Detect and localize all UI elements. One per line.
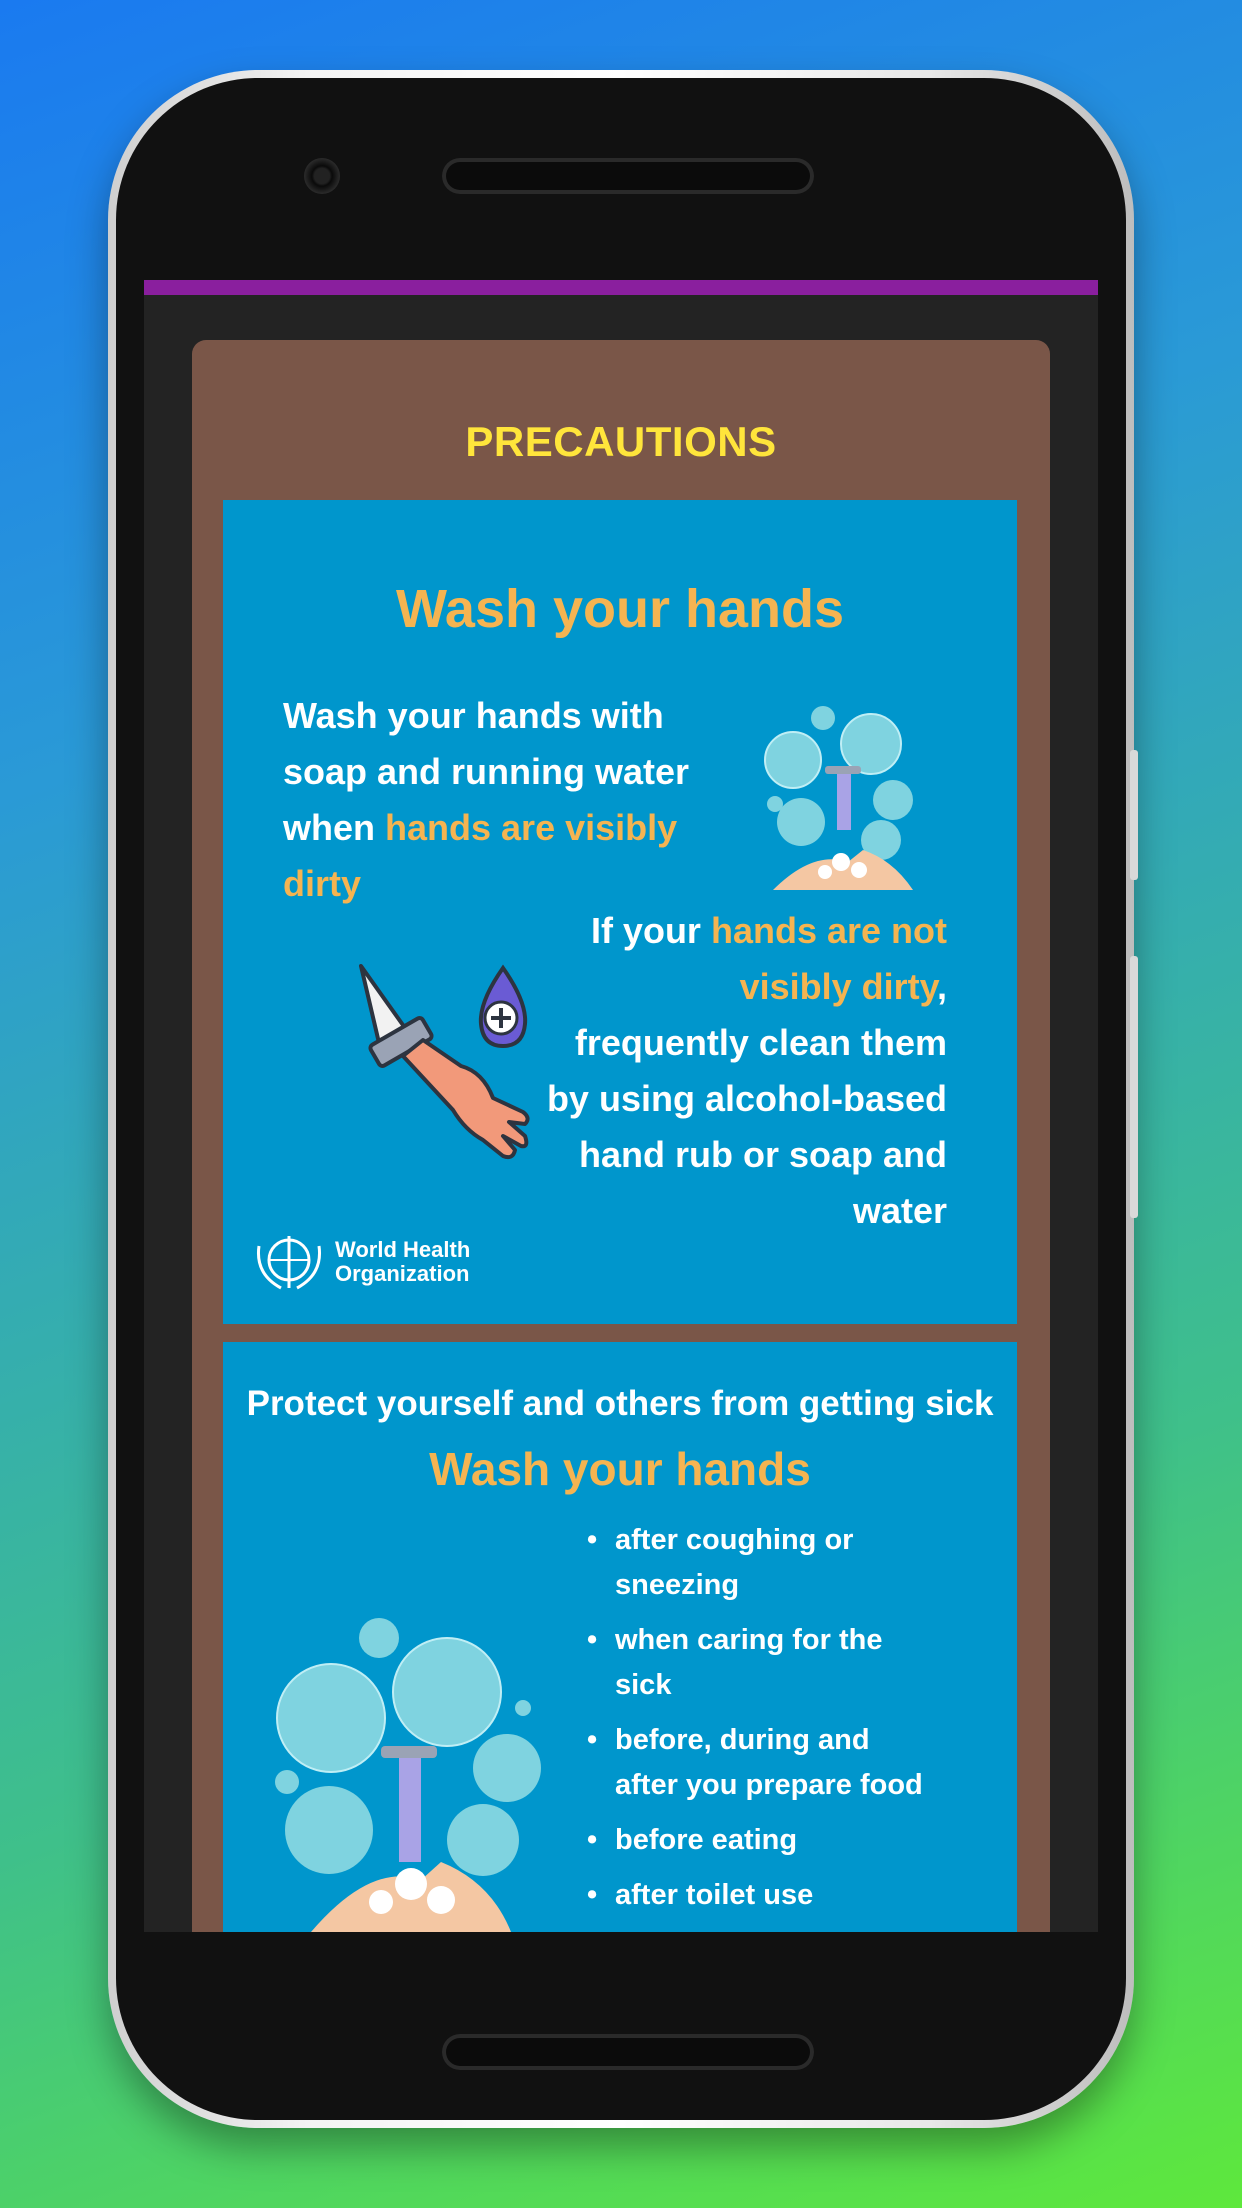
wash-text-block: Wash your hands with soap and running wa… bbox=[283, 688, 689, 912]
who-logo: World Health Organization bbox=[251, 1230, 470, 1294]
status-bar bbox=[144, 280, 1098, 295]
bullet-line: sneezing bbox=[615, 1569, 740, 1601]
speaker-icon bbox=[442, 158, 814, 194]
bullet-line: after coughing or bbox=[615, 1524, 854, 1556]
bullet-item: before, during and after you prepare food bbox=[587, 1718, 987, 1808]
text-span: , bbox=[936, 966, 947, 1007]
text-line: hand rub or soap and bbox=[578, 1134, 947, 1175]
panel-heading: Wash your hands bbox=[429, 1443, 811, 1495]
bullet-line: before eating bbox=[615, 1824, 798, 1856]
org-line: World Health bbox=[335, 1237, 471, 1262]
bullet-item: when caring for the sick bbox=[587, 1618, 987, 1708]
sanitizer-text-block: If your hands are not visibly dirty, fre… bbox=[547, 903, 947, 1239]
bullet-line: sick bbox=[615, 1669, 672, 1701]
wash-hands-infographic: Wash your hands Wash your hands with soa… bbox=[223, 500, 1017, 1324]
who-emblem-icon bbox=[256, 1236, 322, 1290]
bullet-line: after toilet use bbox=[615, 1879, 814, 1911]
text-line: frequently clean them bbox=[574, 1022, 947, 1063]
bullet-item: after toilet use bbox=[587, 1873, 987, 1918]
text-line: water bbox=[852, 1190, 947, 1231]
highlight-text: hands are visibly bbox=[385, 807, 678, 848]
text-line: by using alcohol-based bbox=[546, 1078, 947, 1119]
power-button bbox=[1130, 956, 1138, 1218]
bullet-line: after you prepare food bbox=[615, 1769, 923, 1801]
app-screen: PRECAUTIONS Wash your hands Wash your ha… bbox=[144, 280, 1098, 1932]
protect-infographic: Protect yourself and others from getting… bbox=[223, 1342, 1017, 1932]
bubbles-hands-icon bbox=[271, 1612, 551, 1932]
bubbles-hands-icon bbox=[763, 700, 923, 900]
org-line: Organization bbox=[335, 1261, 470, 1286]
highlight-text: visibly dirty bbox=[739, 966, 937, 1007]
precautions-card[interactable]: PRECAUTIONS Wash your hands Wash your ha… bbox=[192, 340, 1050, 1932]
text-line: Wash your hands with bbox=[283, 695, 664, 736]
bullet-item: after coughing or sneezing bbox=[587, 1518, 987, 1608]
who-text: World Health Organization bbox=[335, 1238, 470, 1286]
sanitizer-hand-icon bbox=[353, 960, 553, 1160]
text-line: when hands are visibly bbox=[283, 800, 689, 856]
text-span: when bbox=[283, 807, 386, 848]
bullet-item: before eating bbox=[587, 1818, 987, 1863]
bullet-line: when caring for the bbox=[615, 1624, 883, 1656]
bullet-line: before, during and bbox=[615, 1724, 870, 1756]
bullet-list: after coughing or sneezing when caring for… bbox=[587, 1518, 987, 1928]
panel-heading: Wash your hands bbox=[395, 579, 845, 639]
highlight-text: hands are not bbox=[710, 910, 947, 951]
text-span: If your bbox=[590, 910, 711, 951]
panel-subtitle: Protect yourself and others from getting… bbox=[246, 1384, 994, 1423]
page-title: PRECAUTIONS bbox=[465, 418, 777, 465]
camera-icon bbox=[304, 158, 340, 194]
bottom-speaker-icon bbox=[442, 2034, 814, 2070]
text-line: visibly dirty, bbox=[547, 959, 947, 1015]
text-line: If your hands are not bbox=[547, 903, 947, 959]
text-line: soap and running water bbox=[283, 751, 690, 792]
volume-button bbox=[1130, 750, 1138, 880]
